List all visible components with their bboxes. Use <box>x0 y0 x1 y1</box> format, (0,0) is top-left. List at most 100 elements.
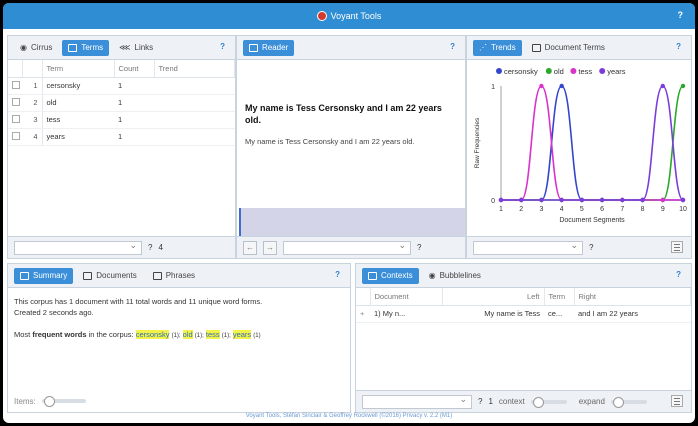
legend-label: years <box>607 67 626 76</box>
row-checkbox[interactable] <box>12 131 20 140</box>
row-term: tess <box>42 111 114 129</box>
frequent-prefix: Most <box>14 330 33 339</box>
summary-help-icon[interactable]: ? <box>335 270 340 279</box>
table-icon <box>152 271 162 280</box>
row-select[interactable] <box>8 94 22 112</box>
summary-footer: Items: <box>8 390 350 412</box>
legend-swatch <box>496 68 502 74</box>
trend-column-header[interactable]: Trend <box>154 60 235 78</box>
row-select[interactable] <box>8 77 22 95</box>
x-tick-label: 9 <box>661 206 665 213</box>
terms-footer-help-icon[interactable]: ? <box>148 243 152 252</box>
tab-contexts[interactable]: Contexts <box>362 267 419 284</box>
terms-search-combo[interactable] <box>14 240 142 255</box>
document-column-header[interactable]: Document <box>370 288 443 306</box>
table-row[interactable]: 3 tess 1 <box>8 111 235 129</box>
app-help-icon[interactable]: ? <box>678 10 684 20</box>
tab-bubblelines[interactable]: ◉ Bubblelines <box>423 268 487 284</box>
tab-cirrus[interactable]: ◉ Cirrus <box>14 40 58 56</box>
x-tick-label: 1 <box>499 206 503 213</box>
data-point <box>579 197 585 203</box>
reader-search-combo[interactable] <box>283 240 411 255</box>
summary-line-1: This corpus has 1 document with 11 total… <box>14 297 263 306</box>
trends-help-icon[interactable]: ? <box>676 42 681 51</box>
row-document: 1) My n... <box>370 305 442 323</box>
row-checkbox[interactable] <box>12 114 20 123</box>
tab-trends-label: Trends <box>491 43 516 52</box>
row-checkbox[interactable] <box>12 97 20 106</box>
tab-phrases-label: Phrases <box>165 271 196 280</box>
y-axis-label: Raw Frequencies <box>474 117 481 168</box>
table-row[interactable]: + 1) My n... My name is Tess ce... and I… <box>356 305 691 323</box>
tab-phrases[interactable]: Phrases <box>147 268 201 284</box>
tab-documents[interactable]: Documents <box>77 268 142 284</box>
row-checkbox[interactable] <box>12 80 20 89</box>
frequent-word-link[interactable]: cersonsky <box>135 330 170 339</box>
row-expander-icon[interactable]: + <box>356 305 370 323</box>
x-tick-label: 7 <box>620 206 624 213</box>
right-column-header[interactable]: Right <box>574 288 691 306</box>
reader-position-bar[interactable] <box>239 208 465 236</box>
terms-table-header: Term Count Trend <box>8 60 235 78</box>
tab-reader[interactable]: Reader <box>243 39 295 56</box>
row-select[interactable] <box>8 128 22 146</box>
row-term: old <box>42 94 114 112</box>
items-slider[interactable] <box>41 396 86 407</box>
context-slider[interactable] <box>530 396 567 408</box>
summary-panel: Summary Documents Phrases ? This corpus … <box>7 263 351 413</box>
term-column-header[interactable]: Term <box>544 288 575 306</box>
tab-trends[interactable]: ⋰ Trends <box>473 39 522 56</box>
reader-panel-tabbar: Reader ? <box>237 36 465 60</box>
frequent-bold: frequent words <box>32 330 87 339</box>
frequent-word-link[interactable]: years <box>232 330 252 339</box>
trends-options-menu-icon[interactable] <box>671 241 683 253</box>
table-row[interactable]: 4 years 1 <box>8 128 235 146</box>
y-tick-label: 0 <box>491 198 495 205</box>
x-tick-label: 2 <box>519 206 523 213</box>
back-arrow-icon[interactable]: ← <box>243 240 257 255</box>
contexts-help-icon[interactable]: ? <box>676 270 681 279</box>
reader-footer-help-icon[interactable]: ? <box>417 243 421 252</box>
x-axis-label: Document Segments <box>559 217 625 224</box>
table-row[interactable]: 2 old 1 <box>8 94 235 112</box>
reader-help-icon[interactable]: ? <box>450 42 455 51</box>
forward-arrow-icon[interactable]: → <box>263 240 277 255</box>
items-label: Items: <box>14 396 36 406</box>
contexts-panel: Contexts ◉ Bubblelines ? Document Left Te… <box>355 263 692 413</box>
row-index: 1 <box>22 77 43 95</box>
contexts-options-menu-icon[interactable] <box>671 395 683 407</box>
tab-documents-label: Documents <box>96 271 137 280</box>
data-point <box>680 83 686 89</box>
tab-document-terms[interactable]: Document Terms <box>526 40 611 56</box>
tab-terms[interactable]: Terms <box>62 39 110 56</box>
tab-summary[interactable]: Summary <box>14 267 74 284</box>
frequent-word-count: (1) <box>253 333 261 339</box>
row-select[interactable] <box>8 111 22 129</box>
credits-footer[interactable]: Voyant Tools, Stéfan Sinclair & Geoffrey… <box>3 413 695 423</box>
x-tick-label: 4 <box>560 206 564 213</box>
terms-help-icon[interactable]: ? <box>220 42 225 51</box>
expand-slider[interactable] <box>610 396 647 408</box>
term-column-header[interactable]: Term <box>42 60 115 78</box>
frequent-word-link[interactable]: tess <box>205 330 220 339</box>
frequent-word-count: (1); <box>221 333 231 339</box>
tab-links[interactable]: ⋘ Links <box>113 40 159 56</box>
contexts-footer-help-icon[interactable]: ? <box>478 397 482 406</box>
left-column-header[interactable]: Left <box>442 288 545 306</box>
trends-footer-help-icon[interactable]: ? <box>589 243 593 252</box>
count-column-header[interactable]: Count <box>114 60 155 78</box>
table-icon <box>531 43 541 52</box>
frequent-word-link[interactable]: old <box>182 330 193 339</box>
table-row[interactable]: 1 cersonsky 1 <box>8 77 235 95</box>
trends-search-combo[interactable] <box>473 240 583 255</box>
row-trend <box>154 94 235 112</box>
trends-chart[interactable]: cersonsky old tess years011 2 3 4 5 6 7 8 9 10Raw Fr… <box>467 60 691 236</box>
contexts-search-combo[interactable] <box>362 394 472 409</box>
expander-column-header <box>356 288 371 306</box>
row-trend <box>154 128 235 146</box>
row-trend <box>154 77 235 95</box>
contexts-panel-tabbar: Contexts ◉ Bubblelines ? <box>356 264 691 288</box>
table-icon <box>20 271 29 280</box>
summary-line-2: Created 2 seconds ago. <box>14 308 94 317</box>
series-line <box>501 85 684 201</box>
